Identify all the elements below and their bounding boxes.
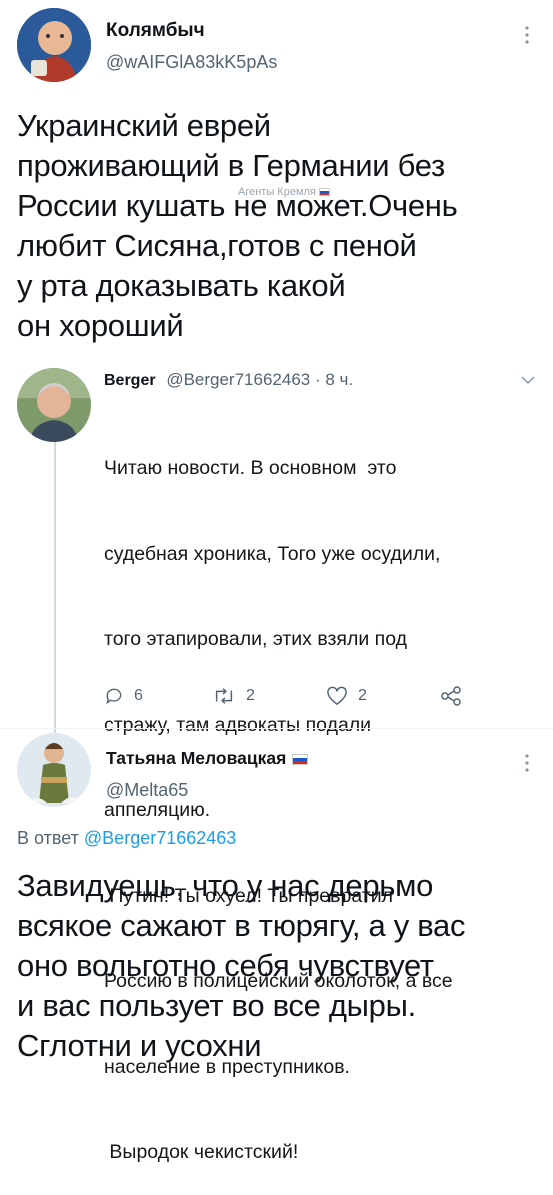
retweet-icon [215,688,233,704]
quoted-header: Berger @Berger71662463 · 8 ч. [104,370,353,390]
tweet-line: любит Сисяна,готов с пеной [17,228,417,263]
author-handle[interactable]: @Berger71662463 [166,370,310,389]
avatar[interactable] [17,368,91,442]
reply-action[interactable]: 6 [104,686,143,706]
author-handle[interactable]: @wAIFGlA83kK5pAs [106,52,277,73]
more-icon[interactable] [524,26,530,49]
tweet-body: Украинский еврей проживающий в Германии … [17,106,547,346]
avatar[interactable] [17,733,91,807]
avatar[interactable] [17,8,91,82]
author-name-text: Татьяна Меловацкая [106,748,287,768]
tweet-line: всякое сажают в тюрягу, а у вас [17,908,466,943]
tweet-line: Украинский еврей [17,108,271,143]
russian-flag-icon [292,753,309,765]
divider [0,728,553,729]
thread-line [54,440,56,738]
author-name[interactable]: Berger [104,372,156,389]
watermark-text: Агенты Кремля [238,186,316,198]
tweet-line: у рта доказывать какой [17,268,346,303]
like-icon [327,686,347,706]
quoted-line: Выродок чекистский! [104,1141,299,1163]
tweet-body: Завидуешь, что у нас дерьмо всякое сажаю… [17,866,547,1066]
chevron-down-icon[interactable] [521,372,535,390]
tweet-line: проживающий в Германии без [17,148,445,183]
tweet-line: оно вольготно себя чувствует [17,948,434,983]
tweet-line: Сглотни и усохни [17,1028,262,1063]
author-name[interactable]: Татьяна Меловацкая [106,748,309,769]
tweet-line: и вас пользует во все дыры. [17,988,416,1023]
watermark: Агенты Кремля [238,186,330,198]
author-handle[interactable]: @Melta65 [106,780,188,801]
retweet-action[interactable]: 2 [212,686,255,706]
reply-icon [106,688,122,705]
avatar-photo [17,8,91,82]
quoted-line: Читаю новости. В основном это [104,457,397,479]
russian-flag-icon [318,188,330,197]
tweet-time[interactable]: · 8 ч. [315,370,353,389]
like-action[interactable]: 2 [326,686,367,706]
tweet-line: он хороший [17,308,184,343]
like-count: 2 [358,687,367,704]
reply-prefix: В ответ [17,828,79,848]
share-icon [441,686,461,706]
quoted-line: того этапировали, этих взяли под [104,628,408,650]
reply-count: 6 [134,687,143,704]
more-icon[interactable] [524,754,530,777]
tweet-line: Завидуешь, что у нас дерьмо [17,868,434,903]
author-name[interactable]: Колямбыч [106,20,205,42]
share-action[interactable] [440,686,472,706]
avatar-photo [17,368,91,442]
avatar-photo [17,733,91,807]
reply-to-link[interactable]: @Berger71662463 [84,828,236,848]
quoted-line: стражу, там адвокаты подали [104,713,372,736]
reply-context: В ответ @Berger71662463 [17,828,236,849]
quoted-line: судебная хроника, Того уже осудили, [104,542,441,565]
retweet-count: 2 [246,687,255,704]
